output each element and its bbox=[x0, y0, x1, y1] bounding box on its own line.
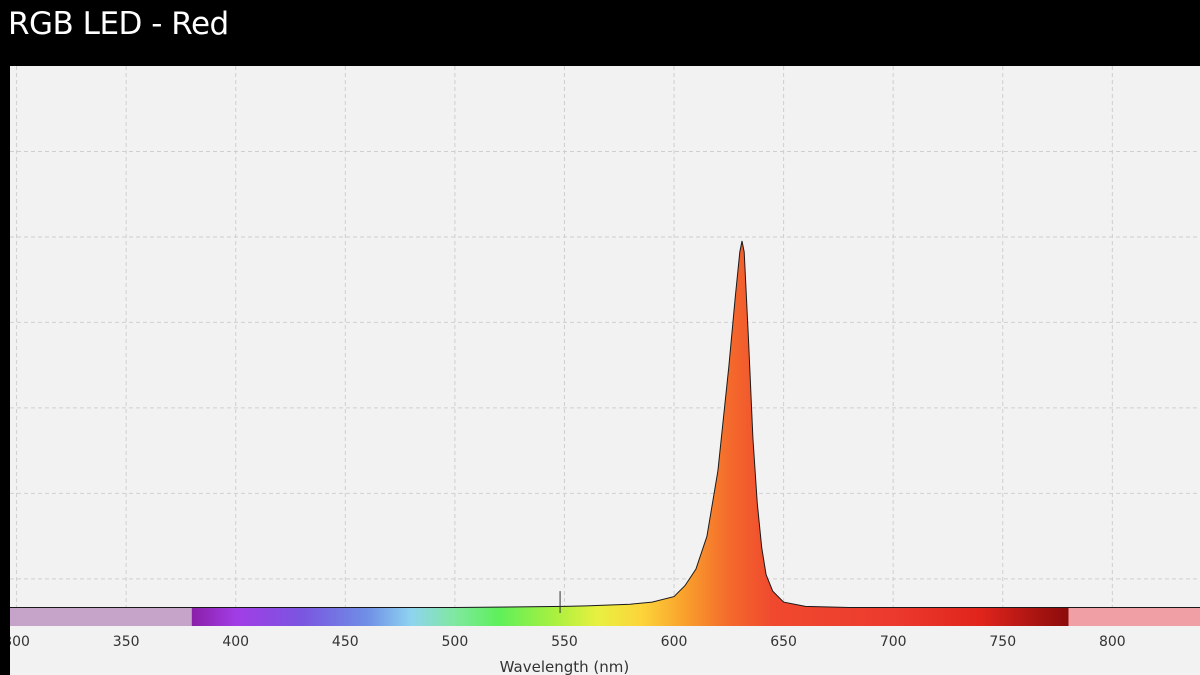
x-tick-label: 700 bbox=[880, 634, 907, 650]
series-line bbox=[10, 240, 1200, 608]
x-tick-label: 750 bbox=[989, 634, 1016, 650]
spectrum-chart: 300 350 400 450 500 550 600 650 700 750 800 Wavele… bbox=[10, 66, 1200, 675]
x-tick-label: 350 bbox=[113, 634, 140, 650]
spectrum-chart-panel: 300 350 400 450 500 550 600 650 700 750 800 Wavele… bbox=[10, 66, 1200, 675]
x-tick-label: 600 bbox=[661, 634, 688, 650]
x-tick-label: 650 bbox=[770, 634, 797, 650]
x-tick-label: 300 bbox=[10, 634, 30, 650]
x-tick-label: 400 bbox=[222, 634, 249, 650]
x-tick-label: 450 bbox=[332, 634, 359, 650]
x-tick-label: 800 bbox=[1099, 634, 1126, 650]
grid-lines bbox=[10, 66, 1200, 613]
x-tick-label: 500 bbox=[442, 634, 469, 650]
title-bar: RGB LED - Red bbox=[0, 0, 1200, 56]
x-axis-ticks: 300 350 400 450 500 550 600 650 700 750 800 bbox=[10, 634, 1126, 650]
page-title: RGB LED - Red bbox=[8, 6, 229, 42]
spectrum-fill bbox=[10, 241, 1200, 626]
x-axis-label: Wavelength (nm) bbox=[500, 658, 630, 675]
x-tick-label: 550 bbox=[551, 634, 578, 650]
